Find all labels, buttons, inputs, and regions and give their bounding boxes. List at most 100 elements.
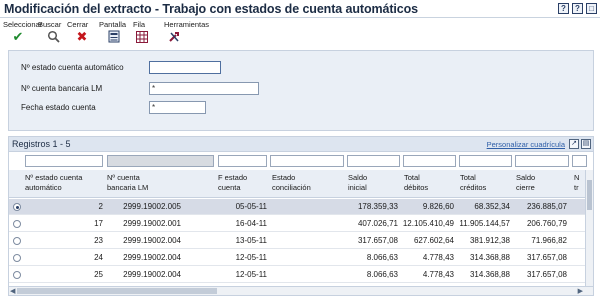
scroll-left-icon[interactable]: ◀ xyxy=(10,287,15,295)
cell-opening-balance: 407.026,71 xyxy=(357,219,398,228)
search-label: Buscar xyxy=(38,20,62,29)
cell-statement-number: 17 xyxy=(94,219,103,228)
cell-total-debits: 9.826,60 xyxy=(422,202,454,211)
records-grid: Registros 1 - 5 Personalizar cuadrícula … xyxy=(8,136,594,296)
cell-statement-date: 12-05-11 xyxy=(235,253,267,262)
statement-number-input[interactable] xyxy=(149,61,221,74)
grid-header: Registros 1 - 5 Personalizar cuadrícula … xyxy=(9,137,593,152)
cell-statement-date: 12-05-11 xyxy=(235,270,267,279)
tools-label: Herramientas xyxy=(164,20,210,29)
filter-bank-account xyxy=(107,155,214,167)
cell-statement-number: 24 xyxy=(94,253,103,262)
about-icon[interactable]: ? xyxy=(572,3,583,14)
column-reconciliation-status[interactable]: Estado conciliación xyxy=(272,173,311,193)
cell-opening-balance: 8.066,63 xyxy=(366,253,398,262)
table-row[interactable]: 17 2999.19002.001 16-04-11 407.026,71 12… xyxy=(9,216,587,232)
cell-bank-account: 2999.19002.001 xyxy=(123,219,181,228)
page-title: Modificación del extracto - Trabajo con … xyxy=(4,2,419,16)
search-panel: Nº estado cuenta automático Nº cuenta ba… xyxy=(8,50,594,131)
column-statement-number[interactable]: Nº estado cuenta automático xyxy=(25,173,82,193)
filter-reconciliation-status[interactable] xyxy=(270,155,344,167)
table-row[interactable]: 2 2999.19002.005 05-05-11 178.359,33 9.8… xyxy=(9,199,587,215)
window-buttons: ? ? □ xyxy=(558,3,597,14)
row-select-radio[interactable] xyxy=(13,220,21,228)
column-total-credits[interactable]: Total créditos xyxy=(460,173,486,193)
title-bar: Modificación del extracto - Trabajo con … xyxy=(0,0,600,18)
filter-total-credits[interactable] xyxy=(459,155,512,167)
search-icon xyxy=(46,30,60,43)
help-icon[interactable]: ? xyxy=(558,3,569,14)
cell-statement-date: 13-05-11 xyxy=(235,236,267,245)
cell-closing-balance: 71.966,82 xyxy=(531,236,567,245)
display-icon xyxy=(107,30,121,43)
column-closing-balance[interactable]: Saldo cierre xyxy=(516,173,535,193)
filter-statement-number[interactable] xyxy=(25,155,103,167)
cell-statement-number: 23 xyxy=(94,236,103,245)
row-select-radio[interactable] xyxy=(13,254,21,262)
table-row[interactable]: 25 2999.19002.004 12-05-11 8.066,63 4.77… xyxy=(9,267,587,283)
cell-total-credits: 11.905.144,57 xyxy=(459,219,510,228)
table-row[interactable]: 23 2999.19002.004 13-05-11 317.657,08 62… xyxy=(9,233,587,249)
grid-title: Registros 1 - 5 xyxy=(12,139,71,149)
customize-grid-link[interactable]: Personalizar cuadrícula xyxy=(487,140,565,149)
row-select-radio[interactable] xyxy=(13,237,21,245)
horizontal-scrollbar[interactable]: ◀ ▶ xyxy=(9,286,593,295)
cell-total-credits: 314.368,88 xyxy=(469,253,510,262)
filter-row xyxy=(9,153,593,169)
statement-date-input[interactable] xyxy=(149,101,206,114)
tools-icon xyxy=(167,30,181,43)
row-label: Fila xyxy=(133,20,146,29)
bank-account-input[interactable] xyxy=(149,82,259,95)
bank-account-label: Nº cuenta bancaria LM xyxy=(21,84,103,93)
table-row[interactable]: 24 2999.19002.004 12-05-11 8.066,63 4.77… xyxy=(9,250,587,266)
scroll-right-icon[interactable]: ▶ xyxy=(578,287,583,295)
cell-bank-account: 2999.19002.004 xyxy=(123,253,181,262)
column-opening-balance[interactable]: Saldo inicial xyxy=(348,173,367,193)
cell-opening-balance: 317.657,08 xyxy=(357,236,398,245)
cell-total-debits: 4.778,43 xyxy=(422,253,454,262)
grid-options-icon[interactable]: ▤ xyxy=(581,139,591,149)
filter-opening-balance[interactable] xyxy=(347,155,400,167)
cell-statement-date: 16-04-11 xyxy=(235,219,267,228)
checkmark-icon: ✔ xyxy=(12,28,24,44)
statement-number-label: Nº estado cuenta automático xyxy=(21,63,124,72)
cell-total-debits: 12.105.410,49 xyxy=(402,219,454,228)
cell-statement-number: 25 xyxy=(94,270,103,279)
row-select-radio[interactable] xyxy=(13,203,21,211)
cell-bank-account: 2999.19002.005 xyxy=(123,202,181,211)
vertical-scroll-thumb[interactable] xyxy=(587,180,592,210)
cell-closing-balance: 236.885,07 xyxy=(526,202,567,211)
cell-opening-balance: 178.359,33 xyxy=(357,202,398,211)
toolbar: Seleccionar ✔ Buscar Cerrar ✖ Pantalla F… xyxy=(0,19,600,47)
filter-transaction-count[interactable] xyxy=(572,155,587,167)
statement-date-label: Fecha estado cuenta xyxy=(21,103,96,112)
cell-bank-account: 2999.19002.004 xyxy=(123,236,181,245)
row-select-radio[interactable] xyxy=(13,271,21,279)
cell-closing-balance: 317.657,08 xyxy=(526,270,567,279)
cell-total-credits: 68.352,34 xyxy=(474,202,510,211)
row-icon xyxy=(135,30,149,43)
cell-total-debits: 4.778,43 xyxy=(422,270,454,279)
cell-statement-date: 05-05-11 xyxy=(235,202,267,211)
maximize-icon[interactable]: □ xyxy=(586,3,597,14)
cell-opening-balance: 8.066,63 xyxy=(366,270,398,279)
export-icon[interactable]: ↗ xyxy=(569,139,579,149)
cell-statement-number: 2 xyxy=(98,202,103,211)
cell-total-debits: 627.602,64 xyxy=(413,236,454,245)
vertical-scrollbar[interactable] xyxy=(585,170,593,295)
column-total-debits[interactable]: Total débitos xyxy=(404,173,428,193)
display-label: Pantalla xyxy=(99,20,127,29)
cell-total-credits: 314.368,88 xyxy=(469,270,510,279)
cell-closing-balance: 206.760,79 xyxy=(526,219,567,228)
horizontal-scroll-thumb[interactable] xyxy=(17,288,217,294)
cell-total-credits: 381.912,38 xyxy=(469,236,510,245)
filter-closing-balance[interactable] xyxy=(515,155,569,167)
close-icon: ✖ xyxy=(76,28,88,44)
column-bank-account[interactable]: Nº cuenta bancaria LM xyxy=(107,173,148,193)
column-transaction-count[interactable]: N tr xyxy=(574,173,579,193)
cell-bank-account: 2999.19002.004 xyxy=(123,270,181,279)
filter-total-debits[interactable] xyxy=(403,155,456,167)
cell-closing-balance: 317.657,08 xyxy=(526,253,567,262)
filter-statement-date[interactable] xyxy=(218,155,267,167)
column-statement-date[interactable]: F estado cuenta xyxy=(218,173,247,193)
